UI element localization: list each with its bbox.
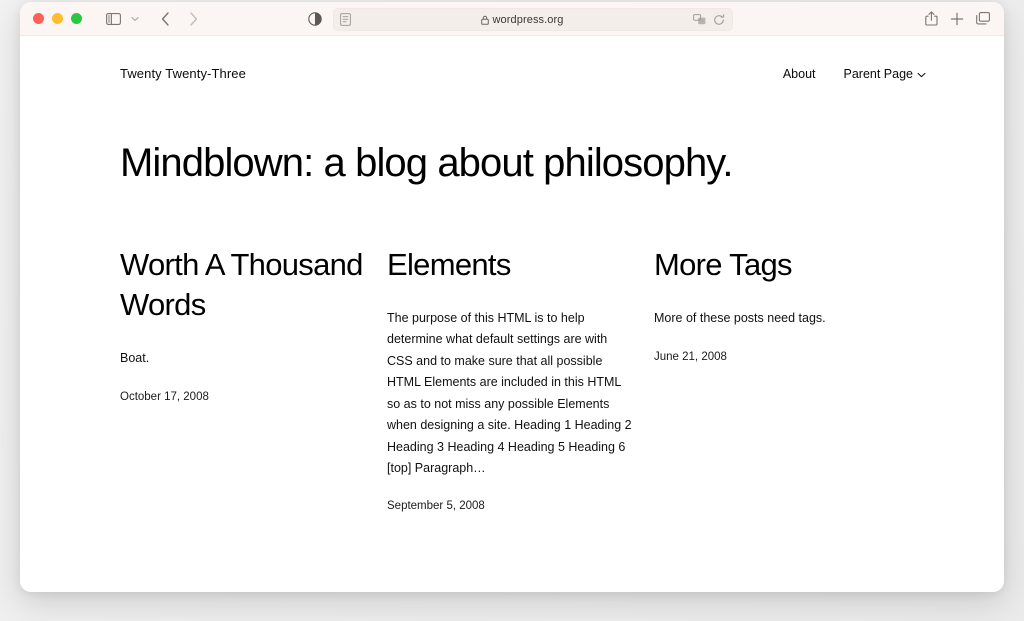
post-list: Worth A Thousand Words Boat. October 17,…	[20, 186, 1004, 512]
sidebar-toggle-icon[interactable]	[100, 8, 126, 30]
url-text: wordpress.org	[492, 13, 564, 26]
appearance-toggle[interactable]	[308, 2, 322, 35]
window-controls	[20, 13, 82, 24]
toolbar-right-actions	[925, 2, 990, 35]
page-title: Mindblown: a blog about philosophy.	[120, 141, 734, 185]
chevron-down-icon[interactable]	[917, 70, 926, 80]
reader-view-icon[interactable]	[334, 13, 351, 26]
nav-item-parent-page-label: Parent Page	[843, 66, 914, 81]
reload-icon[interactable]	[713, 13, 725, 26]
post-card: Worth A Thousand Words Boat. October 17,…	[120, 245, 366, 512]
post-date: October 17, 2008	[120, 391, 209, 404]
lock-icon	[480, 15, 489, 25]
extensions-icon[interactable]	[693, 14, 706, 25]
hero-section: Mindblown: a blog about philosophy.	[20, 81, 1004, 186]
tab-overview-icon[interactable]	[976, 12, 990, 25]
post-excerpt: The purpose of this HTML is to help dete…	[387, 310, 632, 476]
post-date: September 5, 2008	[387, 499, 485, 512]
nav-item-parent-page[interactable]: Parent Page	[844, 67, 927, 81]
post-date: June 21, 2008	[654, 351, 727, 364]
post-excerpt: More of these posts need tags.	[654, 310, 826, 325]
back-button[interactable]	[152, 8, 178, 30]
browser-toolbar: wordpress.org	[20, 2, 1004, 36]
post-excerpt: Boat.	[120, 350, 150, 365]
nav-item-about-label: About	[782, 66, 816, 81]
forward-button[interactable]	[180, 8, 206, 30]
post-title[interactable]: Elements	[387, 245, 633, 285]
plus-icon[interactable]	[950, 12, 964, 26]
browser-window: wordpress.org Twenty Twenty-Three About …	[20, 2, 1004, 592]
web-page-content: Twenty Twenty-Three About Parent Page Mi…	[20, 36, 1004, 592]
share-icon[interactable]	[925, 11, 938, 26]
desktop-background: wordpress.org Twenty Twenty-Three About …	[0, 0, 1024, 621]
post-card: Elements The purpose of this HTML is to …	[387, 245, 633, 512]
primary-navigation: About Parent Page	[783, 67, 926, 81]
post-title[interactable]: More Tags	[654, 245, 900, 285]
toolbar-nav-group	[100, 8, 206, 30]
nav-item-about[interactable]: About	[783, 67, 816, 81]
minimize-window-button[interactable]	[52, 13, 63, 24]
chevron-down-icon[interactable]	[128, 16, 142, 22]
post-card: More Tags More of these posts need tags.…	[654, 245, 900, 512]
close-window-button[interactable]	[33, 13, 44, 24]
zoom-window-button[interactable]	[71, 13, 82, 24]
site-title[interactable]: Twenty Twenty-Three	[120, 66, 246, 81]
address-bar[interactable]: wordpress.org	[333, 8, 733, 31]
address-bar-actions	[693, 13, 732, 26]
contrast-icon	[308, 11, 322, 26]
post-title[interactable]: Worth A Thousand Words	[120, 245, 366, 325]
site-header: Twenty Twenty-Three About Parent Page	[20, 36, 1004, 81]
url-display[interactable]: wordpress.org	[351, 14, 693, 26]
